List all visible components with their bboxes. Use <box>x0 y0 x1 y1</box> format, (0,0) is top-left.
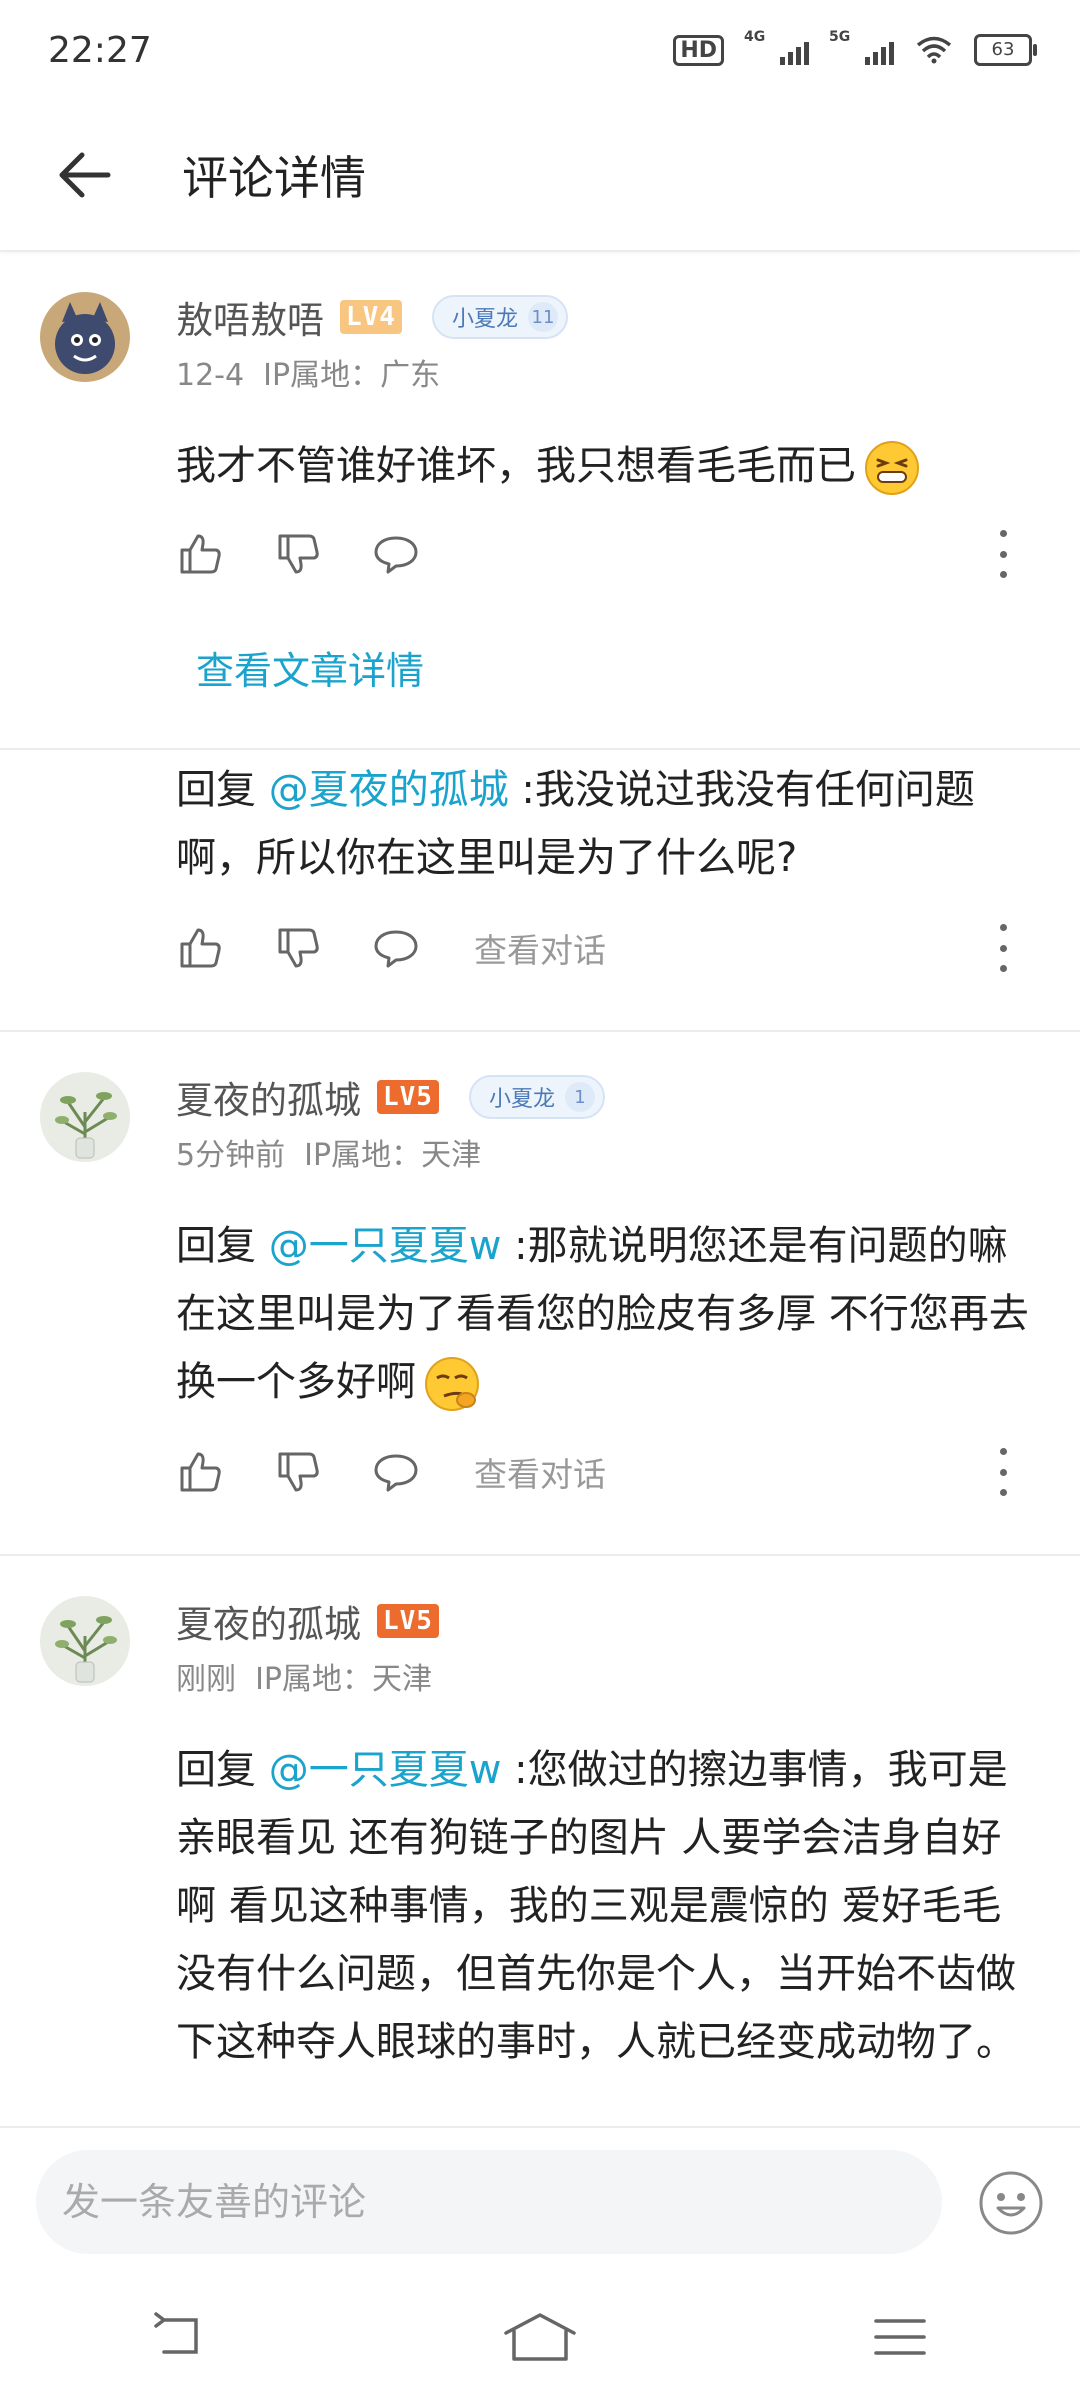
avatar-cat-image <box>40 292 130 382</box>
thumbs-up-icon[interactable] <box>176 1448 224 1496</box>
thumbs-up-icon[interactable] <box>176 530 224 578</box>
username[interactable]: 敖唔敖唔 <box>176 290 324 344</box>
thumbs-down-icon[interactable] <box>274 924 322 972</box>
header: 评论详情 <box>0 100 1080 252</box>
emoji-icon[interactable] <box>978 2170 1044 2236</box>
comment-meta: 12-4 IP属地：广东 <box>176 350 440 394</box>
nav-back-button[interactable] <box>120 2292 240 2382</box>
status-time: 22:27 <box>48 29 152 71</box>
comment-input[interactable] <box>36 2150 942 2254</box>
mention-link[interactable]: @一只夏夏w <box>269 1223 502 1269</box>
nav-menu-button[interactable] <box>840 2292 960 2382</box>
fan-badge-name: 小夏龙 <box>488 1087 555 1112</box>
comment-bubble-icon[interactable] <box>372 1448 420 1496</box>
view-dialog-link[interactable]: 查看对话 <box>474 924 606 972</box>
wifi-icon <box>916 36 952 64</box>
comment-input-bar <box>0 2126 1080 2276</box>
comment-actions: 查看对话 <box>176 1448 1036 1496</box>
comment-time: 12-4 <box>176 358 245 393</box>
arrow-left-icon <box>59 152 111 198</box>
comment-meta: 刚刚 IP属地：天津 <box>176 1654 432 1698</box>
divider <box>0 748 1080 750</box>
avatar-plant-image <box>40 1072 130 1162</box>
fan-badge-level: 1 <box>564 1082 595 1112</box>
back-button[interactable] <box>34 125 134 225</box>
comment-time: 5分钟前 <box>176 1138 286 1173</box>
more-options-button[interactable] <box>988 924 1018 972</box>
avatar[interactable] <box>40 1596 130 1686</box>
fan-badge[interactable]: 小夏龙 1 <box>468 1075 605 1119</box>
comment-text: 回复 @夏夜的孤城 :我没说过我没有任何问题啊，所以你在这里叫是为了什么呢? <box>176 767 975 881</box>
avatar[interactable] <box>40 1072 130 1162</box>
mention-link[interactable]: @一只夏夏w <box>269 1747 502 1793</box>
nav-home-icon <box>504 2313 576 2361</box>
comment-time: 刚刚 <box>176 1662 236 1697</box>
page-title: 评论详情 <box>182 151 366 205</box>
comment-meta: 5分钟前 IP属地：天津 <box>176 1130 481 1174</box>
nav-menu-icon <box>874 2319 926 2355</box>
more-options-button[interactable] <box>988 530 1018 578</box>
avatar[interactable] <box>40 292 130 382</box>
user-row: 夏夜的孤城 LV5 小夏龙 1 <box>176 1070 605 1124</box>
hd-icon: HD <box>673 34 724 66</box>
grin-emoji-icon <box>865 441 919 495</box>
level-badge: LV4 <box>340 300 402 334</box>
comment-ip: IP属地：天津 <box>255 1662 433 1697</box>
comment-ip: IP属地：广东 <box>263 358 441 393</box>
comment-text: 我才不管谁好谁坏，我只想看毛毛而已 <box>176 432 1036 500</box>
mention-link[interactable]: @夏夜的孤城 <box>269 767 509 813</box>
smirk-emoji-icon <box>425 1357 479 1411</box>
comment-bubble-icon[interactable] <box>372 530 420 578</box>
fan-badge-level: 11 <box>527 302 558 332</box>
thumbs-up-icon[interactable] <box>176 924 224 972</box>
comment-ip: IP属地：天津 <box>304 1138 482 1173</box>
signal-5g-icon: 5G <box>829 29 894 65</box>
divider <box>0 1554 1080 1556</box>
comment-actions: 查看对话 <box>176 924 1036 972</box>
username[interactable]: 夏夜的孤城 <box>176 1070 361 1124</box>
signal-4g-icon: 4G <box>744 29 809 65</box>
divider <box>0 1030 1080 1032</box>
comment-text: 回复 @一只夏夏w :您做过的擦边事情，我可是亲眼看见 还有狗链子的图片 人要学… <box>176 1747 1016 2065</box>
nav-back-icon <box>154 2312 198 2354</box>
comment-actions <box>176 530 1036 578</box>
fan-badge[interactable]: 小夏龙 11 <box>431 295 568 339</box>
system-nav-bar <box>0 2274 1080 2400</box>
nav-home-button[interactable] <box>480 2292 600 2382</box>
view-article-link[interactable]: 查看文章详情 <box>196 640 424 695</box>
thumbs-down-icon[interactable] <box>274 1448 322 1496</box>
user-row: 敖唔敖唔 LV4 小夏龙 11 <box>176 290 568 344</box>
status-icons: HD 4G 5G 63 <box>673 29 1037 66</box>
avatar-plant-image <box>40 1596 130 1686</box>
comment-bubble-icon[interactable] <box>372 924 420 972</box>
user-row: 夏夜的孤城 LV5 <box>176 1594 439 1648</box>
username[interactable]: 夏夜的孤城 <box>176 1594 361 1648</box>
level-badge: LV5 <box>377 1080 439 1114</box>
status-bar: 22:27 HD 4G 5G 63 <box>0 0 1080 100</box>
comment-text: 回复 @一只夏夏w :那就说明您还是有问题的嘛 在这里叫是为了看看您的脸皮有多厚… <box>176 1212 1036 1416</box>
level-badge: LV5 <box>377 1604 439 1638</box>
fan-badge-name: 小夏龙 <box>451 307 518 332</box>
thumbs-down-icon[interactable] <box>274 530 322 578</box>
battery-icon: 63 <box>974 34 1037 66</box>
more-options-button[interactable] <box>988 1448 1018 1496</box>
view-dialog-link[interactable]: 查看对话 <box>474 1448 606 1496</box>
